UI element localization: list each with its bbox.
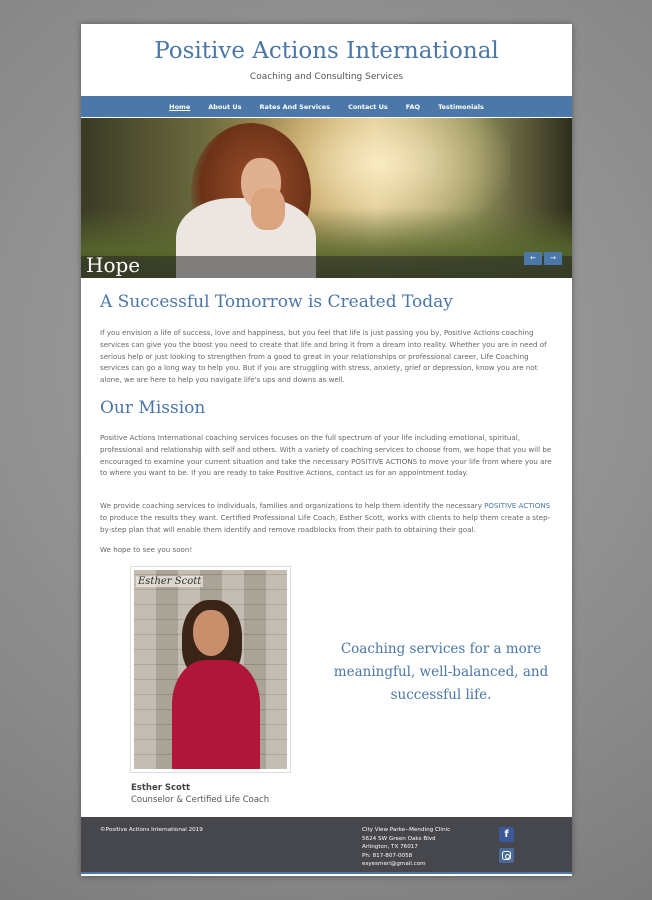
nav-item-home[interactable]: Home	[169, 103, 190, 111]
services-paragraph: We provide coaching services to individu…	[100, 500, 556, 535]
slider-prev-button[interactable]: ←	[524, 252, 542, 265]
copyright-text: ©Positive Actions International 2019	[100, 827, 203, 833]
nav-item-testimonials[interactable]: Testimonials	[438, 103, 484, 111]
instagram-icon[interactable]	[499, 848, 514, 863]
slider-next-button[interactable]: →	[544, 252, 562, 265]
hero-slider: Hope ← →	[81, 118, 572, 278]
nav-item-about-us[interactable]: About Us	[208, 103, 241, 111]
positive-actions-link[interactable]: POSITIVE ACTIONS	[484, 501, 550, 510]
address-phone: Ph: 817-807-0058	[362, 852, 413, 859]
site-footer: ©Positive Actions International 2019 Cit…	[81, 817, 572, 874]
mission-paragraph: Positive Actions International coaching …	[100, 433, 552, 478]
hero-caption: Hope	[86, 253, 141, 277]
address-email[interactable]: esyesmeri@gmail.com	[362, 860, 450, 869]
section-heading-mission: Our Mission	[100, 398, 206, 418]
page-container: Positive Actions International Coaching …	[81, 24, 572, 876]
address-street: 5624 SW Green Oaks Blvd	[362, 835, 436, 842]
nav-item-rates-and-services[interactable]: Rates And Services	[260, 103, 331, 111]
address-city: Arlington, TX 76017	[362, 844, 418, 851]
hero-praying-hands	[251, 188, 285, 230]
intro-paragraph: If you envision a life of success, love …	[100, 328, 547, 385]
site-subtitle: Coaching and Consulting Services	[249, 72, 404, 82]
profile-dress	[172, 660, 260, 769]
profile-name: Esther Scott	[131, 783, 191, 793]
address-clinic: City View Parke--Mending Clinic	[362, 827, 451, 833]
main-nav: Home About Us Rates And Services Contact…	[81, 96, 572, 117]
nav-item-contact-us[interactable]: Contact Us	[348, 103, 388, 111]
address-block: City View Parke--Mending Clinic 5624 SW …	[362, 826, 450, 869]
tagline-quote: Coaching services for a more meaningful,…	[333, 641, 549, 703]
services-text-start: We provide coaching services to individu…	[100, 501, 485, 510]
hero-caption-bar	[81, 256, 572, 278]
profile-photo: Esther Scott	[134, 570, 287, 769]
profile-face	[193, 610, 229, 656]
profile-photo-frame: Esther Scott	[130, 566, 291, 773]
profile-role: Counselor & Certified Life Coach	[131, 795, 270, 805]
site-title[interactable]: Positive Actions International	[81, 38, 572, 64]
nav-item-faq[interactable]: FAQ	[406, 103, 420, 111]
closing-paragraph: We hope to see you soon!	[100, 545, 193, 554]
section-heading-success: A Successful Tomorrow is Created Today	[100, 292, 453, 312]
facebook-icon[interactable]: f	[499, 827, 514, 842]
photo-name-label: Esther Scott	[136, 576, 204, 587]
services-text-end: to produce the results they want. Certif…	[100, 512, 551, 534]
